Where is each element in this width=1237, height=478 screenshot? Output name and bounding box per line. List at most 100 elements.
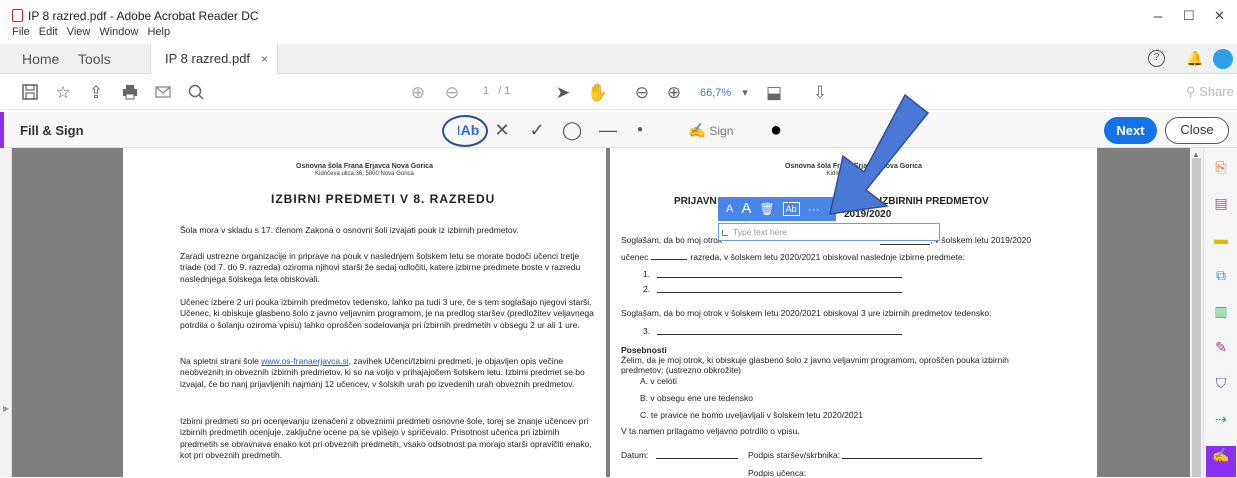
page-fit-icon[interactable]: ⬓ xyxy=(764,83,784,103)
consent-line-3: Soglašam, da bo moj otrok v šolskem letu… xyxy=(621,308,992,318)
paragraph-3: Učenec izbere 2 uri pouka izbirnih predm… xyxy=(180,297,594,330)
school-address: Kidričeva ulica 36, 5000 Nova Gorica xyxy=(315,171,414,177)
maximize-button[interactable]: ☐ xyxy=(1183,8,1195,24)
save-icon[interactable] xyxy=(20,83,40,103)
main-toolbar: ☆ ⇪ ⊕ ⊖ 1 / 1 ➤ ✋ ⊖ ⊕ 66,7% ▾ ⬓ ⇩ ⚲ Shar… xyxy=(0,76,1237,110)
checkmark-icon[interactable]: ✓ xyxy=(527,118,547,142)
dot-icon[interactable]: ● xyxy=(632,118,648,142)
left-panel-toggle[interactable]: ▶ xyxy=(0,148,12,477)
organize-pages-icon[interactable]: ▤ xyxy=(1212,194,1230,212)
pen-icon: ✍ xyxy=(688,122,707,138)
choice-1-number: 1. xyxy=(643,269,651,279)
posebnosti-heading: Posebnosti xyxy=(621,345,667,355)
close-window-button[interactable]: ✕ xyxy=(1214,8,1225,24)
account-icon[interactable] xyxy=(1213,49,1233,69)
create-pdf-icon[interactable]: ⧉ xyxy=(1212,266,1230,284)
fill-sign-pen-icon[interactable]: ✎ xyxy=(1212,338,1230,356)
fill-sign-active-icon[interactable]: ✍ xyxy=(1206,446,1236,477)
menu-file[interactable]: File xyxy=(12,26,30,38)
help-icon[interactable]: ? xyxy=(1148,50,1165,67)
protect-shield-icon[interactable]: ⛉ xyxy=(1212,374,1230,392)
next-page-icon[interactable]: ⊖ xyxy=(442,83,462,103)
school-address-right: Kidričeva ulica 36, 5 xyxy=(826,171,881,177)
color-picker-icon[interactable]: ● xyxy=(766,118,786,142)
scrollbar-thumb[interactable] xyxy=(1192,158,1201,477)
send-review-icon[interactable]: ⇢ xyxy=(1212,410,1230,428)
choice-2-number: 2. xyxy=(643,284,651,294)
sign-button[interactable]: ✍ Sign xyxy=(686,118,736,142)
circle-icon[interactable]: ◯ xyxy=(562,118,582,142)
choice-1-field[interactable] xyxy=(657,277,902,278)
share-icon: ⚲ xyxy=(1186,84,1196,99)
hand-tool-icon[interactable]: ✋ xyxy=(587,83,608,103)
compress-icon[interactable]: ▥ xyxy=(1212,302,1230,320)
date-field[interactable] xyxy=(656,458,738,459)
decrease-font-button[interactable]: A xyxy=(726,197,733,221)
print-icon[interactable] xyxy=(120,83,140,103)
tab-close-icon[interactable]: × xyxy=(261,44,268,74)
zoom-dropdown[interactable]: 66,7% ▾ xyxy=(700,86,748,99)
tab-document[interactable]: IP 8 razred.pdf × xyxy=(150,44,278,74)
upload-cloud-icon[interactable]: ⇪ xyxy=(86,83,106,103)
menu-window[interactable]: Window xyxy=(99,26,138,38)
page-total: / 1 xyxy=(498,85,511,97)
parent-signature-field[interactable] xyxy=(842,458,982,459)
comb-field-icon[interactable]: Ab xyxy=(782,202,800,216)
text-input-placeholder: Type text here xyxy=(733,227,787,237)
student-class-line: učenec razreda, v šolskem letu 2020/2021 … xyxy=(621,252,965,262)
menu-help[interactable]: Help xyxy=(147,26,170,38)
menu-view[interactable]: View xyxy=(67,26,91,38)
add-text-tool[interactable]: IAb xyxy=(453,118,483,142)
date-label: Datum: xyxy=(621,450,649,460)
form-heading-year: 2019/2020 xyxy=(844,209,892,220)
form-heading-left: PRIJAVN xyxy=(674,196,717,207)
school-website-link[interactable]: www.os-franaerjavca.si xyxy=(261,356,348,366)
text-input-field[interactable]: Type text here xyxy=(718,223,940,241)
form-heading-right: VANJE IZBIRNIH PREDMETOV xyxy=(844,196,989,207)
paragraph-5: Izbirni predmeti so pri ocenjevanju izen… xyxy=(180,416,592,461)
comment-icon[interactable]: ▬ xyxy=(1212,230,1230,248)
tab-home[interactable]: Home xyxy=(22,44,59,74)
next-button[interactable]: Next xyxy=(1104,117,1157,144)
fill-sign-accent xyxy=(0,112,4,148)
option-c: C. te pravice ne bomo uveljavljali v šol… xyxy=(640,410,864,420)
cross-mark-icon[interactable]: ✕ xyxy=(492,118,512,142)
share-label: Share xyxy=(1199,84,1234,99)
search-icon[interactable] xyxy=(186,83,206,103)
minimize-button[interactable]: – xyxy=(1154,8,1162,25)
increase-font-button[interactable]: A xyxy=(741,197,751,221)
scroll-mode-icon[interactable]: ⇩ xyxy=(810,83,830,103)
zoom-out-icon[interactable]: ⊖ xyxy=(632,83,652,103)
bookmark-star-icon[interactable]: ☆ xyxy=(53,83,73,103)
paragraph-2: Zaradi ustrezne organizacije in priprave… xyxy=(180,251,581,284)
option-a: A. v celoti xyxy=(640,376,677,386)
posebnosti-line-1: Želim, da je moj otrok, ki obiskuje glas… xyxy=(621,355,1009,365)
fill-sign-bar: Fill & Sign IAb ✕ ✓ ◯ — ● ✍ Sign ● Next … xyxy=(0,112,1237,148)
email-icon[interactable] xyxy=(153,83,173,103)
fill-sign-label: Fill & Sign xyxy=(20,123,84,138)
select-pointer-icon[interactable]: ➤ xyxy=(553,83,573,103)
page-heading: IZBIRNI PREDMETI V 8. RAZREDU xyxy=(271,192,496,206)
sign-label: Sign xyxy=(709,124,734,138)
more-options-icon[interactable]: ··· xyxy=(808,197,820,221)
option-b: B. v obsegu ene ure tedensko xyxy=(640,393,753,403)
share-button[interactable]: ⚲ Share xyxy=(1186,84,1234,100)
bell-icon[interactable]: 🔔 xyxy=(1186,50,1203,67)
menu-edit[interactable]: Edit xyxy=(39,26,58,38)
choice-2-field[interactable] xyxy=(657,292,902,293)
line-icon[interactable]: — xyxy=(596,118,620,142)
delete-icon[interactable]: 🗑 xyxy=(759,197,774,221)
export-pdf-icon[interactable]: ⎘ xyxy=(1212,158,1230,176)
page-current[interactable]: 1 xyxy=(483,85,489,97)
page-indicator[interactable]: 1 / 1 xyxy=(483,85,510,97)
school-name-right: Osnovna šola Frana Erjavca Nova Gorica xyxy=(785,163,922,170)
vertical-scrollbar[interactable]: ▲ xyxy=(1190,148,1203,477)
paragraph-1: Šola mora v skladu s 17. členom Zakona o… xyxy=(180,225,519,235)
zoom-in-icon[interactable]: ⊕ xyxy=(664,83,684,103)
school-name: Osnovna šola Frana Erjavca Nova Gorica xyxy=(296,163,433,170)
prev-page-icon[interactable]: ⊕ xyxy=(408,83,428,103)
add-text-label: Ab xyxy=(460,122,480,138)
close-button[interactable]: Close xyxy=(1165,117,1229,144)
choice-3-field[interactable] xyxy=(657,334,902,335)
tab-tools[interactable]: Tools xyxy=(78,44,111,74)
